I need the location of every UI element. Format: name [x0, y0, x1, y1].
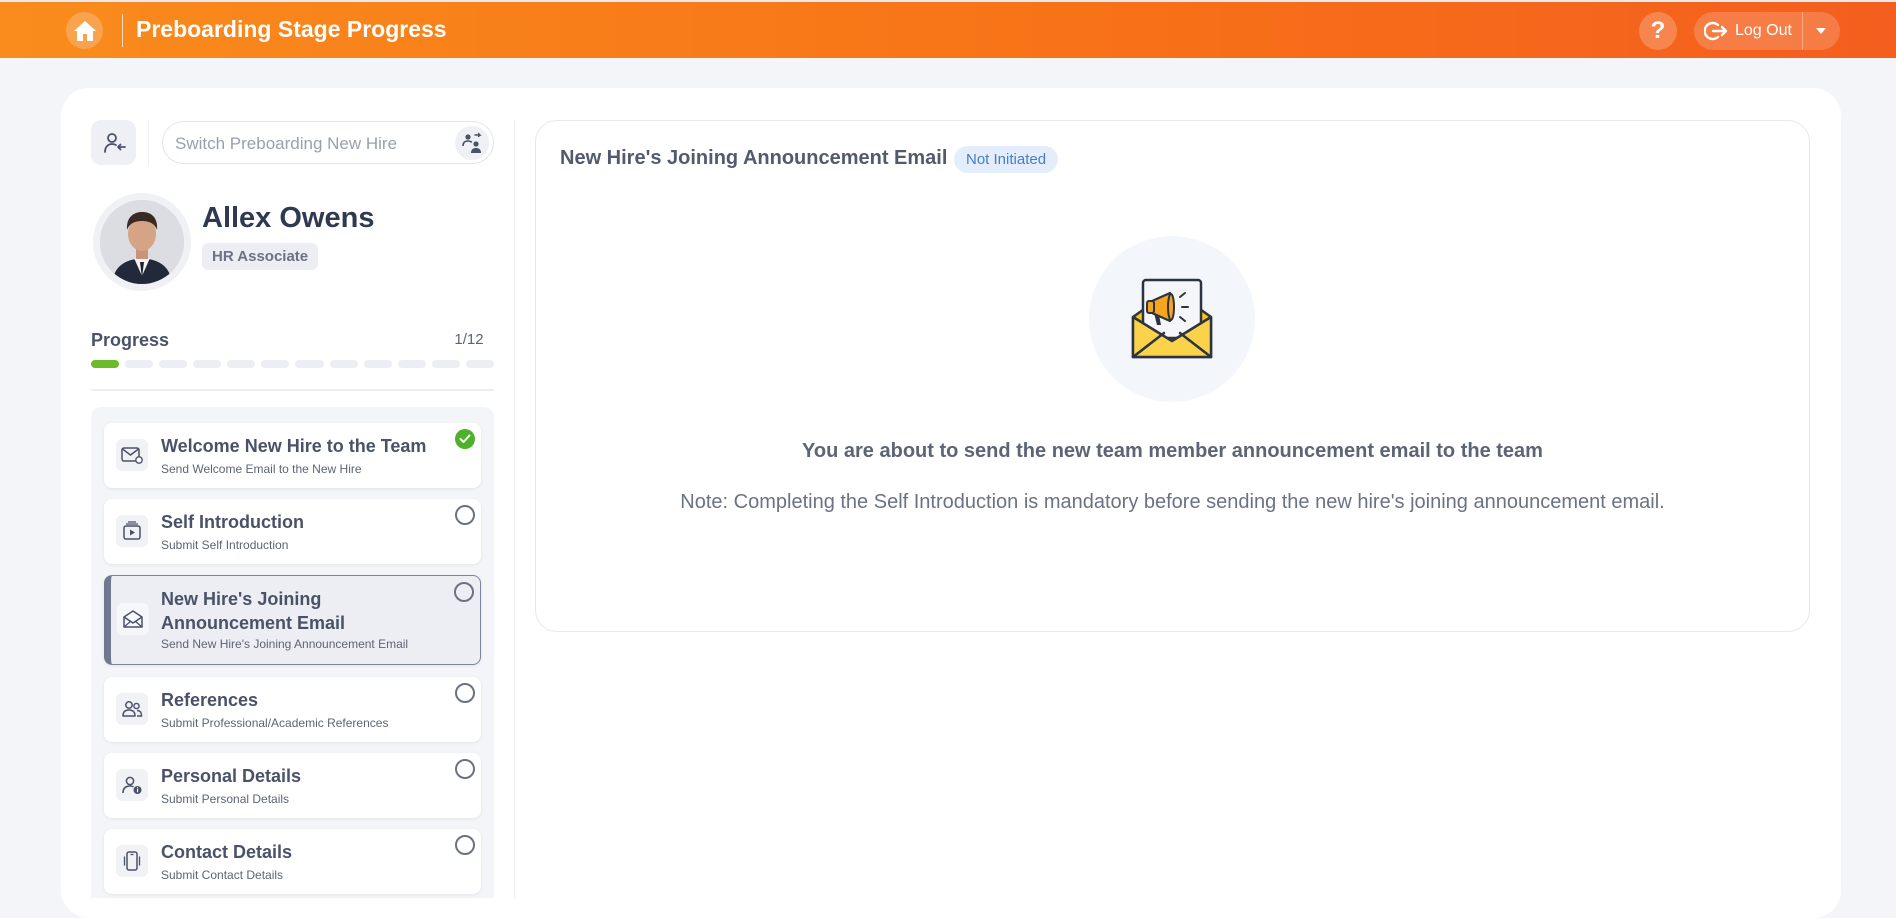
progress-segment: [465, 360, 494, 368]
user-menu-dropdown[interactable]: [1803, 12, 1839, 50]
logout-icon: [1704, 21, 1728, 41]
add-new-hire-button[interactable]: [91, 120, 136, 165]
pending-circle-icon: [455, 835, 475, 855]
progress-segment: [193, 360, 222, 368]
home-button[interactable]: [66, 12, 103, 49]
top-bar: Preboarding Stage Progress ? Log Out: [0, 0, 1896, 58]
step-title: Welcome New Hire to the Team: [161, 436, 427, 456]
help-button[interactable]: ?: [1639, 12, 1677, 50]
progress-segment: [397, 360, 426, 368]
step-self-introduction[interactable]: Self Introduction Submit Self Introducti…: [104, 499, 481, 564]
avatar-photo: [100, 200, 184, 284]
progress-bar: [91, 360, 494, 368]
phone-icon: [116, 845, 148, 877]
progress-count: 1/12: [444, 327, 494, 353]
announcement-envelope-icon: [1131, 278, 1213, 359]
logout-group: Log Out: [1694, 12, 1840, 50]
envelope-icon: [117, 603, 149, 635]
step-subtitle: Submit Personal Details: [161, 792, 290, 806]
progress-segment: [159, 360, 188, 368]
step-title: Self Introduction: [161, 512, 304, 532]
status-badge: Not Initiated: [954, 146, 1059, 173]
step-title: References: [161, 690, 259, 710]
step-title: Personal Details: [161, 766, 302, 786]
progress-segment: [125, 360, 154, 368]
home-icon: [73, 20, 96, 41]
step-personal-details[interactable]: Personal Details Submit Personal Details: [104, 753, 481, 818]
step-references[interactable]: References Submit Professional/Academic …: [104, 677, 481, 742]
step-title: New Hire's Joining Announcement Email: [161, 589, 346, 633]
caret-down-icon: [1816, 28, 1826, 34]
step-joining-announcement[interactable]: New Hire's Joining Announcement Email Se…: [104, 575, 481, 665]
step-welcome-new-hire[interactable]: Welcome New Hire to the Team Send Welcom…: [104, 423, 481, 488]
role-badge: HR Associate: [202, 243, 319, 270]
header-divider: [122, 14, 123, 47]
step-subtitle: Send New Hire's Joining Announcement Ema…: [161, 637, 409, 651]
step-subtitle: Submit Self Introduction: [161, 538, 289, 552]
pending-circle-icon: [455, 505, 475, 525]
announcement-note: Note: Completing the Self Introduction i…: [680, 491, 1665, 513]
sidebar-separator: [514, 120, 515, 898]
user-back-icon: [103, 132, 126, 153]
switch-new-hire-search: [162, 121, 494, 165]
avatar-frame: [93, 193, 191, 291]
progress-segment: [431, 360, 460, 368]
progress-segment: [329, 360, 358, 368]
progress-segment: [295, 360, 324, 368]
announcement-heading: You are about to send the new team membe…: [802, 440, 1543, 462]
progress-segment: [227, 360, 256, 368]
mail-icon: [116, 439, 148, 471]
pending-circle-icon: [454, 582, 474, 602]
user-info-icon: [116, 769, 148, 801]
logout-label: Log Out: [1735, 22, 1792, 39]
step-subtitle: Send Welcome Email to the New Hire: [161, 462, 362, 476]
video-icon: [116, 515, 148, 547]
page-title: Preboarding Stage Progress: [136, 16, 447, 42]
switch-user-button[interactable]: [455, 126, 489, 160]
users-icon: [116, 693, 148, 725]
progress-segment: [363, 360, 392, 368]
step-subtitle: Submit Professional/Academic References: [161, 716, 389, 730]
search-input[interactable]: [173, 122, 447, 165]
steps-list: Welcome New Hire to the Team Send Welcom…: [91, 407, 494, 898]
step-title: Contact Details: [161, 842, 293, 862]
progress-divider: [91, 389, 494, 391]
content-title: New Hire's Joining Announcement Email: [560, 147, 948, 169]
step-contact-details[interactable]: Contact Details Submit Contact Details: [104, 829, 481, 894]
search-separator: [148, 120, 149, 165]
switch-user-icon: [462, 132, 482, 153]
avatar[interactable]: [100, 200, 184, 284]
progress-segment: [261, 360, 290, 368]
logout-button[interactable]: Log Out: [1694, 12, 1802, 50]
progress-label: Progress: [91, 330, 170, 350]
pending-circle-icon: [455, 759, 475, 779]
step-subtitle: Submit Contact Details: [161, 868, 284, 882]
pending-circle-icon: [455, 683, 475, 703]
progress-segment-complete: [91, 360, 120, 368]
check-circle-icon: [455, 429, 475, 449]
profile-name: Allex Owens: [202, 202, 375, 234]
